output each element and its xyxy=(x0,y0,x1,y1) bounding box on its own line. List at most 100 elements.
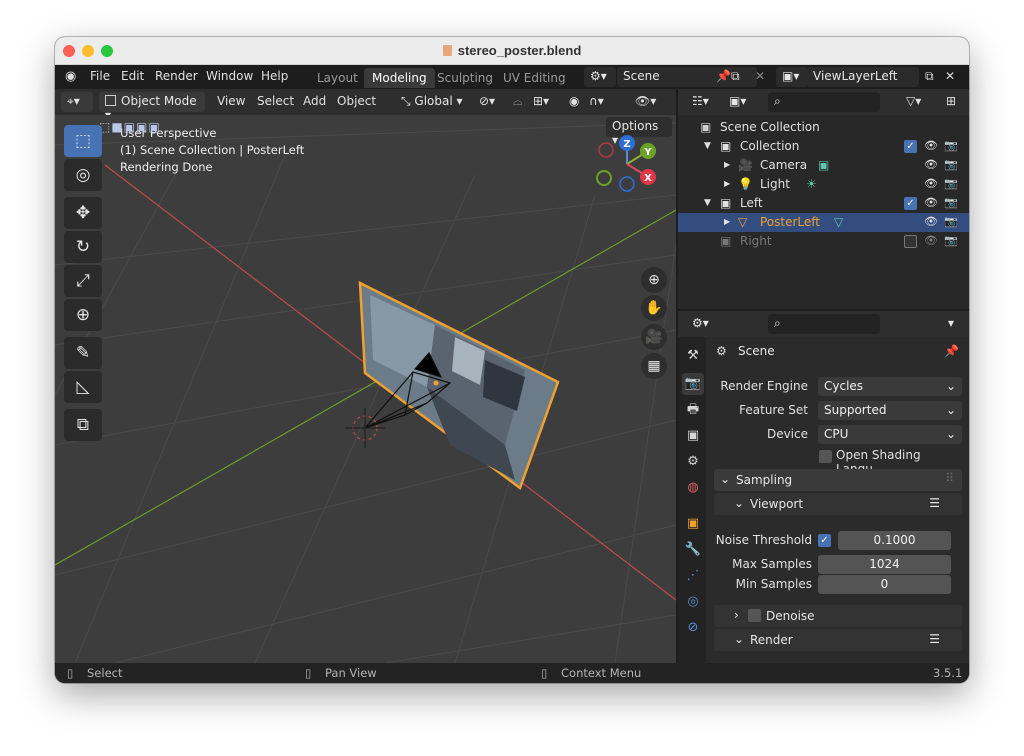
properties-options-button[interactable]: ▾ xyxy=(942,314,964,334)
scene-tab-icon[interactable]: ⚙ xyxy=(682,451,704,473)
eye-icon[interactable]: 👁 xyxy=(924,196,938,209)
render-tab-icon[interactable]: 📷 xyxy=(682,373,704,395)
camera-data-icon[interactable]: ▣ xyxy=(818,158,829,172)
expand-arrow-icon[interactable]: ▶ xyxy=(724,217,730,226)
expand-arrow-icon[interactable]: ▶ xyxy=(724,179,730,188)
outliner-scene-collection[interactable]: ▣ Scene Collection xyxy=(678,118,969,137)
presets-list-icon[interactable]: ☰ xyxy=(929,632,940,646)
pan-hand-icon[interactable]: ✋ xyxy=(641,295,667,321)
eye-icon[interactable]: 👁 xyxy=(924,139,938,152)
new-view-layer-icon[interactable]: ⧉ xyxy=(925,69,934,84)
render-camera-icon[interactable]: 📷 xyxy=(944,215,958,228)
move-tool[interactable]: ✥ xyxy=(64,197,102,229)
collection-exclude-checkbox[interactable]: ✓ xyxy=(904,140,917,153)
transform-orientation-selector[interactable]: ⤡ Global ▾ xyxy=(395,92,471,112)
render-camera-icon[interactable]: 📷 xyxy=(944,196,958,209)
outliner-row-posterleft[interactable]: ▶ ▽ PosterLeft ▽ 👁 📷 xyxy=(678,213,969,232)
outliner-row-collection[interactable]: ▼ ▣ Collection ✓ 👁 📷 xyxy=(678,137,969,156)
select-box-tool[interactable]: ⬚ xyxy=(64,125,102,157)
menu-edit[interactable]: Edit xyxy=(121,69,144,83)
object-tab-icon[interactable]: ▣ xyxy=(682,513,704,535)
navigation-gizmo[interactable]: Z Y X xyxy=(593,131,663,197)
tab-modeling[interactable]: Modeling xyxy=(364,68,435,88)
render-camera-icon[interactable]: 📷 xyxy=(944,158,958,171)
particles-tab-icon[interactable]: ⋰ xyxy=(682,565,704,587)
annotate-tool[interactable]: ✎ xyxy=(64,337,102,369)
collection-exclude-checkbox[interactable] xyxy=(904,235,917,248)
menu-object[interactable]: Object xyxy=(337,94,376,108)
editor-type-button[interactable]: ⌖▾ xyxy=(61,92,93,112)
properties-search-input[interactable]: ⌕ xyxy=(768,314,880,334)
scale-tool[interactable]: ⤢ xyxy=(64,265,102,297)
outliner[interactable]: ☷▾ ▣▾ ⌕ ▽▾ ⊞ ▣ Scene Collection ▼ ▣ Coll… xyxy=(678,89,969,309)
osl-checkbox[interactable] xyxy=(819,450,832,463)
outliner-editor-type-button[interactable]: ☷▾ xyxy=(686,92,716,112)
light-data-icon[interactable]: ☀ xyxy=(806,177,817,191)
snap-target-icon[interactable]: ⊞▾ xyxy=(533,94,549,108)
outliner-row-right[interactable]: ▣ Right 👁 📷 xyxy=(678,232,969,251)
expand-arrow-icon[interactable]: ▶ xyxy=(724,160,730,169)
collection-exclude-checkbox[interactable]: ✓ xyxy=(904,197,917,210)
render-camera-icon[interactable]: 📷 xyxy=(944,177,958,190)
tool-tab-icon[interactable]: ⚒ xyxy=(682,345,704,367)
rotate-tool[interactable]: ↻ xyxy=(64,231,102,263)
mode-selector[interactable]: Object Mode ▾ xyxy=(99,92,205,122)
menu-help[interactable]: Help xyxy=(261,69,288,83)
pin-icon[interactable]: 📌 xyxy=(716,69,731,83)
tab-uv-editing[interactable]: UV Editing xyxy=(495,68,574,88)
render-subpanel-header[interactable]: ⌄ Render ☰ xyxy=(714,629,962,651)
camera-view-icon[interactable]: 🎥 xyxy=(641,324,667,350)
perspective-toggle-icon[interactable]: ▦ xyxy=(641,353,667,379)
pin-icon[interactable]: 📌 xyxy=(944,344,959,358)
world-tab-icon[interactable]: ◍ xyxy=(682,477,704,499)
outliner-row-camera[interactable]: ▶ 🎥 Camera ▣ 👁 📷 xyxy=(678,156,969,175)
max-samples-field[interactable]: 1024 xyxy=(818,555,951,574)
proportional-edit-icon[interactable]: ◉ xyxy=(569,94,579,108)
output-tab-icon[interactable]: 🖶 xyxy=(682,399,704,421)
viewport-subpanel-header[interactable]: ⌄ Viewport ☰ xyxy=(714,493,962,515)
new-collection-icon[interactable]: ⊞ xyxy=(946,94,956,108)
tab-layout[interactable]: Layout xyxy=(309,68,366,88)
menu-file[interactable]: File xyxy=(90,69,110,83)
menu-add[interactable]: Add xyxy=(303,94,326,108)
eye-icon[interactable]: 👁 xyxy=(924,158,938,171)
render-camera-icon[interactable]: 📷 xyxy=(944,139,958,152)
drag-handle-icon[interactable]: ⠿ xyxy=(945,471,954,485)
filter-icon[interactable]: ▽▾ xyxy=(906,94,921,108)
modifier-tab-icon[interactable]: 🔧 xyxy=(682,539,704,561)
measure-tool[interactable]: ◺ xyxy=(64,371,102,403)
menu-window[interactable]: Window xyxy=(206,69,253,83)
3d-viewport[interactable]: User Perspective (1) Scene Collection | … xyxy=(55,115,676,663)
blender-logo-icon[interactable]: ◉ xyxy=(65,69,76,84)
view-layer-browse-button[interactable]: ▣▾ xyxy=(776,67,808,87)
zoom-icon[interactable]: ⊕ xyxy=(641,267,667,293)
sampling-panel-header[interactable]: ⌄ Sampling ⠿ xyxy=(714,469,962,491)
select-mode-icons[interactable]: ⬚■▣▣▣ xyxy=(99,120,189,135)
feature-set-dropdown[interactable]: Supported ⌄ xyxy=(818,401,962,420)
render-camera-icon[interactable]: 📷 xyxy=(944,234,958,247)
outliner-search-input[interactable]: ⌕ xyxy=(768,92,880,112)
outliner-row-left[interactable]: ▼ ▣ Left ✓ 👁 📷 xyxy=(678,194,969,213)
cursor-tool[interactable]: ◎ xyxy=(64,159,102,191)
expand-arrow-icon[interactable]: ▼ xyxy=(704,198,711,208)
display-mode-button[interactable]: ▣▾ xyxy=(723,92,755,112)
tab-sculpting[interactable]: Sculpting xyxy=(429,68,501,88)
constraints-tab-icon[interactable]: ⊘ xyxy=(682,617,704,639)
render-engine-dropdown[interactable]: Cycles ⌄ xyxy=(818,377,962,396)
add-cube-tool[interactable]: ⧉ xyxy=(64,409,102,441)
scene-browse-button[interactable]: ⚙▾ xyxy=(584,67,616,87)
properties-editor-type-button[interactable]: ⚙▾ xyxy=(686,314,716,334)
eye-icon[interactable]: 👁 xyxy=(924,177,938,190)
noise-threshold-field[interactable]: 0.1000 xyxy=(838,531,951,550)
outliner-row-light[interactable]: ▶ 💡 Light ☀ 👁 📷 xyxy=(678,175,969,194)
presets-list-icon[interactable]: ☰ xyxy=(929,496,940,510)
denoise-subpanel-header[interactable]: › Denoise xyxy=(714,605,962,627)
min-samples-field[interactable]: 0 xyxy=(818,575,951,594)
view-layer-selector[interactable]: ViewLayerLeft xyxy=(807,67,919,87)
menu-select[interactable]: Select xyxy=(257,94,294,108)
denoise-checkbox[interactable] xyxy=(748,609,761,622)
properties-editor[interactable]: ⚙▾ ⌕ ▾ ⚒ 📷 🖶 ▣ ⚙ ◍ ▣ 🔧 ⋰ ◎ ⊘ ⚙ Scene 📌 R… xyxy=(678,311,969,663)
snap-icon[interactable]: ⌓ xyxy=(513,94,523,109)
pivot-point-icon[interactable]: ⊘▾ xyxy=(479,94,495,108)
delete-view-layer-icon[interactable]: ✕ xyxy=(945,69,955,83)
